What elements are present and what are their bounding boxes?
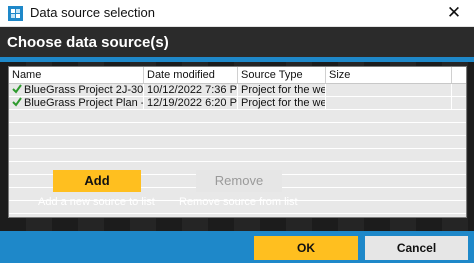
remove-caption: Remove source from list <box>179 196 298 208</box>
column-header-name[interactable]: Name <box>9 67 144 83</box>
row-name-cell: BlueGrass Project 2J-303... <box>9 84 144 97</box>
add-caption: Add a new source to list <box>38 196 155 208</box>
app-icon <box>8 6 23 21</box>
column-header-date-modified[interactable]: Date modified <box>144 67 238 83</box>
row-name: BlueGrass Project 2J-303... <box>24 84 144 96</box>
empty-row <box>9 149 466 162</box>
ok-button[interactable]: OK <box>254 236 358 260</box>
table-row[interactable]: BlueGrass Project Plan - ... 12/19/2022 … <box>9 97 466 110</box>
column-header-source-type[interactable]: Source Type <box>238 67 326 83</box>
row-date: 10/12/2022 7:36 PM <box>144 84 238 97</box>
cancel-button[interactable]: Cancel <box>365 236 468 260</box>
footer-bar: OK Cancel <box>0 231 474 263</box>
column-header-size[interactable]: Size <box>326 67 452 83</box>
row-source-type: Project for the web <box>238 84 326 97</box>
row-size <box>326 97 452 110</box>
window-title: Data source selection <box>30 5 156 20</box>
row-name: BlueGrass Project Plan - ... <box>24 97 144 109</box>
empty-row <box>9 110 466 123</box>
empty-row <box>9 123 466 136</box>
empty-row <box>9 136 466 149</box>
add-button[interactable]: Add <box>53 170 141 192</box>
check-icon <box>12 84 22 94</box>
list-header: Name Date modified Source Type Size <box>9 67 466 84</box>
row-date: 12/19/2022 6:20 PM <box>144 97 238 110</box>
remove-button[interactable]: Remove <box>196 170 282 192</box>
row-name-cell: BlueGrass Project Plan - ... <box>9 97 144 110</box>
content-area: Name Date modified Source Type Size Blue… <box>0 62 474 231</box>
title-bar: Data source selection ✕ <box>0 0 474 27</box>
page-title: Choose data source(s) <box>7 34 169 51</box>
close-icon: ✕ <box>446 3 462 22</box>
row-size <box>326 84 452 97</box>
row-source-type: Project for the web <box>238 97 326 110</box>
close-button[interactable]: ✕ <box>442 3 466 23</box>
dialog-header: Choose data source(s) <box>0 27 474 57</box>
table-row[interactable]: BlueGrass Project 2J-303... 10/12/2022 7… <box>9 84 466 97</box>
check-icon <box>12 97 22 107</box>
